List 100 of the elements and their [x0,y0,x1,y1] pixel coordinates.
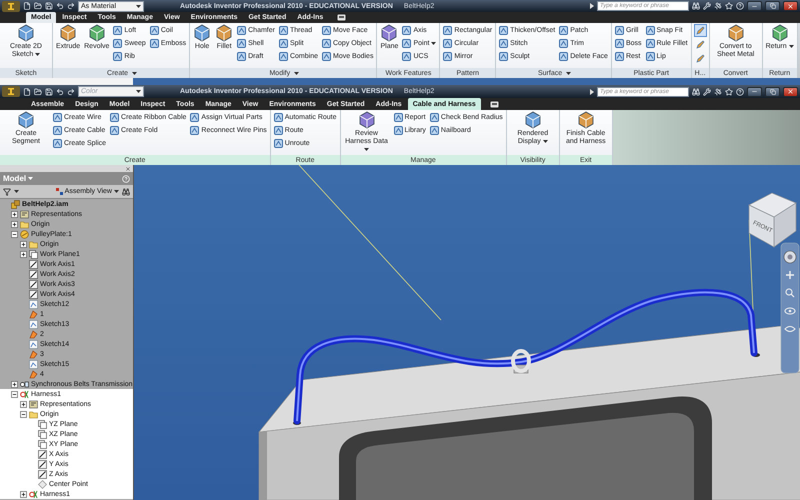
axis-icon [38,450,47,458]
cube-icon [770,24,789,42]
expand-toggle[interactable] [11,230,18,238]
square-icon [237,26,246,35]
folder-icon [29,240,38,248]
restore-icon [770,88,776,94]
open-folder-icon[interactable] [34,88,42,96]
filter-icon[interactable] [3,188,11,196]
structure-icon [56,188,63,195]
binoculars-icon[interactable] [122,188,130,196]
sketch-icon [29,340,38,348]
expand-toggle[interactable] [20,250,27,258]
square-icon [113,26,122,35]
expand-toggle[interactable] [11,380,18,388]
square-icon [499,26,508,35]
axis-icon [38,460,47,468]
pan-icon[interactable] [785,270,795,280]
binoculars-icon[interactable] [692,88,700,96]
app-logo[interactable] [2,0,20,12]
square-icon [402,26,412,35]
ribbon-icon-button[interactable] [694,24,707,37]
minimize-button[interactable] [747,86,762,96]
caret-icon [136,90,141,93]
app-logo[interactable] [2,86,20,97]
square-icon [110,113,120,122]
folder-icon [29,410,38,418]
expand-toggle[interactable] [20,410,27,418]
square-icon [190,113,200,122]
arrow-icon [590,3,594,9]
square-icon [113,52,122,61]
star-icon[interactable] [725,88,733,96]
binoculars-icon[interactable] [692,2,700,10]
caret-icon [14,190,19,193]
zoom-icon[interactable] [786,288,794,298]
expand-toggle[interactable] [11,210,18,218]
satellite-icon[interactable] [714,88,722,96]
square-icon [443,26,452,35]
square-icon [614,26,624,35]
square-icon [499,39,508,48]
sketch-icon [29,320,38,328]
restore-button[interactable] [765,86,780,96]
look-icon[interactable] [784,326,796,332]
cube-icon [726,24,745,42]
sketch-icon [29,360,38,368]
close-button[interactable] [783,86,798,96]
help-icon[interactable] [736,2,744,10]
wrench-icon[interactable] [703,88,711,96]
clip-drawing [511,349,531,374]
panel-toggle-icon[interactable] [337,14,346,21]
square-icon [237,52,246,61]
undo-icon[interactable] [56,88,64,96]
sketch-icon [29,300,38,308]
orbit-icon[interactable] [784,308,796,314]
square-icon [430,126,439,135]
expand-toggle[interactable] [20,240,27,248]
open-folder-icon[interactable] [34,2,42,10]
restore-button[interactable] [765,1,780,11]
square-icon [150,39,159,48]
cube-icon [524,111,542,129]
close-icon[interactable] [125,166,131,172]
wheel-icon[interactable] [784,250,796,264]
star-icon[interactable] [725,2,733,10]
save-icon[interactable] [45,88,53,96]
redo-icon[interactable] [67,2,75,10]
satellite-icon[interactable] [714,2,722,10]
square-icon [274,139,283,148]
restore-icon [770,3,776,9]
wrench-icon[interactable] [703,2,711,10]
ribbon-icon-button[interactable] [694,52,707,65]
square-icon [53,126,62,135]
help-icon[interactable] [736,88,744,96]
minimize-button[interactable] [747,1,762,11]
expand-toggle[interactable] [11,220,18,228]
square-icon [646,39,654,48]
panel-toggle-icon[interactable] [490,100,499,108]
assembly-icon [11,200,20,208]
expand-toggle[interactable] [20,400,27,408]
plane-icon [29,250,38,258]
cube-icon [59,24,78,42]
square-icon [53,113,62,122]
close-icon [787,2,794,10]
cube-icon [380,24,398,42]
axis-icon [29,290,38,298]
square-icon [322,52,331,61]
redo-icon[interactable] [67,88,75,96]
close-button[interactable] [783,1,798,11]
new-file-icon[interactable] [23,88,31,96]
square-icon [394,126,403,135]
point-icon [38,480,47,488]
expand-toggle[interactable] [11,390,18,398]
undo-icon[interactable] [56,2,64,10]
save-icon[interactable] [45,2,53,10]
cube-icon [576,111,595,129]
folder-icon [20,220,29,228]
cube-icon [17,24,35,42]
square-icon [237,39,246,48]
caret-icon [114,190,119,193]
ribbon-icon-button[interactable] [694,38,707,51]
expand-toggle[interactable] [20,490,27,498]
new-file-icon[interactable] [23,2,31,10]
